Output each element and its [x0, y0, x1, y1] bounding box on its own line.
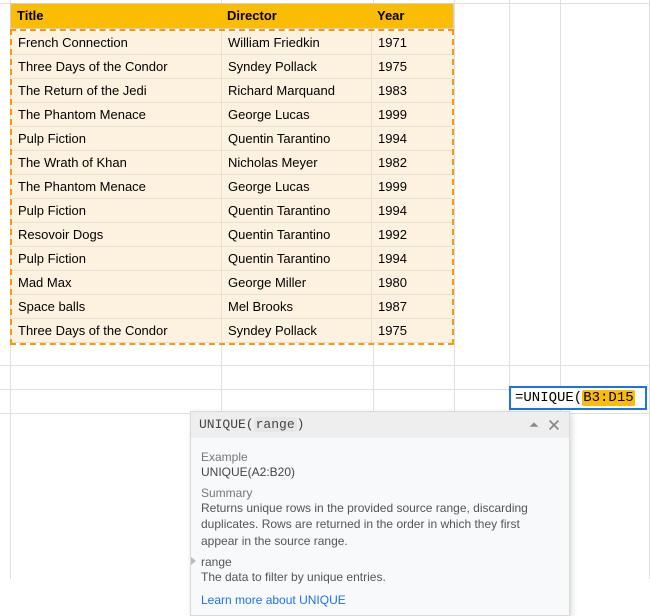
tooltip-example-label: Example	[201, 450, 559, 464]
cell-title[interactable]: The Phantom Menace	[12, 103, 222, 127]
cell-title[interactable]: Space balls	[12, 295, 222, 319]
cell-director[interactable]: George Miller	[222, 271, 372, 295]
cell-year[interactable]: 1987	[372, 295, 452, 319]
cell-title[interactable]: French Connection	[12, 31, 222, 55]
cell-title[interactable]: Pulp Fiction	[12, 127, 222, 151]
cell-director[interactable]: Quentin Tarantino	[222, 247, 372, 271]
chevron-right-icon	[191, 557, 196, 565]
tooltip-header: UNIQUE(range)	[191, 412, 569, 438]
formula-range-token: B3:D15	[582, 390, 634, 406]
table-row[interactable]: French ConnectionWilliam Friedkin1971	[12, 31, 452, 55]
cell-year[interactable]: 1994	[372, 247, 452, 271]
cell-director[interactable]: Quentin Tarantino	[222, 127, 372, 151]
table-row[interactable]: The Return of the JediRichard Marquand19…	[12, 79, 452, 103]
header-title[interactable]: Title	[11, 4, 221, 28]
cell-title[interactable]: Three Days of the Condor	[12, 319, 222, 343]
table-header-row: Title Director Year	[10, 3, 454, 29]
selected-range[interactable]: French ConnectionWilliam Friedkin1971Thr…	[10, 29, 454, 345]
cell-director[interactable]: Syndey Pollack	[222, 319, 372, 343]
cell-director[interactable]: William Friedkin	[222, 31, 372, 55]
cell-year[interactable]: 1999	[372, 103, 452, 127]
table-row[interactable]: Space ballsMel Brooks1987	[12, 295, 452, 319]
collapse-icon[interactable]	[527, 418, 541, 432]
tooltip-range-label: range	[201, 555, 559, 569]
table-row[interactable]: Mad MaxGeorge Miller1980	[12, 271, 452, 295]
cell-director[interactable]: Mel Brooks	[222, 295, 372, 319]
cell-year[interactable]: 1994	[372, 127, 452, 151]
cell-year[interactable]: 1971	[372, 31, 452, 55]
cell-year[interactable]: 1975	[372, 55, 452, 79]
data-table: Title Director Year French ConnectionWil…	[10, 3, 454, 345]
cell-year[interactable]: 1975	[372, 319, 452, 343]
cell-year[interactable]: 1982	[372, 151, 452, 175]
table-row[interactable]: Resovoir DogsQuentin Tarantino1992	[12, 223, 452, 247]
cell-title[interactable]: Resovoir Dogs	[12, 223, 222, 247]
table-row[interactable]: Three Days of the CondorSyndey Pollack19…	[12, 55, 452, 79]
cell-title[interactable]: The Return of the Jedi	[12, 79, 222, 103]
table-row[interactable]: The Phantom MenaceGeorge Lucas1999	[12, 103, 452, 127]
cell-title[interactable]: Mad Max	[12, 271, 222, 295]
cell-title[interactable]: Pulp Fiction	[12, 199, 222, 223]
table-row[interactable]: Pulp FictionQuentin Tarantino1994	[12, 199, 452, 223]
cell-director[interactable]: George Lucas	[222, 103, 372, 127]
cell-director[interactable]: Quentin Tarantino	[222, 223, 372, 247]
table-row[interactable]: Pulp FictionQuentin Tarantino1994	[12, 247, 452, 271]
cell-title[interactable]: Pulp Fiction	[12, 247, 222, 271]
header-director[interactable]: Director	[221, 4, 371, 28]
cell-year[interactable]: 1980	[372, 271, 452, 295]
table-row[interactable]: The Wrath of KhanNicholas Meyer1982	[12, 151, 452, 175]
cell-director[interactable]: George Lucas	[222, 175, 372, 199]
tooltip-summary-text: Returns unique rows in the provided sour…	[201, 500, 559, 549]
table-row[interactable]: Pulp FictionQuentin Tarantino1994	[12, 127, 452, 151]
table-row[interactable]: Three Days of the CondorSyndey Pollack19…	[12, 319, 452, 343]
tooltip-summary-label: Summary	[201, 486, 559, 500]
cell-director[interactable]: Nicholas Meyer	[222, 151, 372, 175]
tooltip-signature-fn: UNIQUE(	[199, 417, 254, 432]
formula-prefix: =UNIQUE(	[515, 390, 582, 406]
cell-director[interactable]: Quentin Tarantino	[222, 199, 372, 223]
cell-director[interactable]: Richard Marquand	[222, 79, 372, 103]
close-icon[interactable]	[547, 418, 561, 432]
cell-title[interactable]: The Wrath of Khan	[12, 151, 222, 175]
formula-help-tooltip: UNIQUE(range) Example UNIQUE(A2:B20) Sum…	[190, 411, 570, 616]
tooltip-signature-param: range	[254, 417, 297, 432]
header-year[interactable]: Year	[371, 4, 451, 28]
cell-year[interactable]: 1999	[372, 175, 452, 199]
tooltip-signature-close: )	[297, 417, 305, 432]
cell-director[interactable]: Syndey Pollack	[222, 55, 372, 79]
tooltip-example-text: UNIQUE(A2:B20)	[201, 464, 559, 480]
cell-title[interactable]: The Phantom Menace	[12, 175, 222, 199]
table-row[interactable]: The Phantom MenaceGeorge Lucas1999	[12, 175, 452, 199]
cell-year[interactable]: 1992	[372, 223, 452, 247]
tooltip-learn-more-link[interactable]: Learn more about UNIQUE	[201, 593, 559, 607]
cell-year[interactable]: 1983	[372, 79, 452, 103]
tooltip-range-text: The data to filter by unique entries.	[201, 569, 559, 585]
cell-title[interactable]: Three Days of the Condor	[12, 55, 222, 79]
cell-year[interactable]: 1994	[372, 199, 452, 223]
formula-input-cell[interactable]: =UNIQUE(B3:D15	[509, 386, 647, 410]
